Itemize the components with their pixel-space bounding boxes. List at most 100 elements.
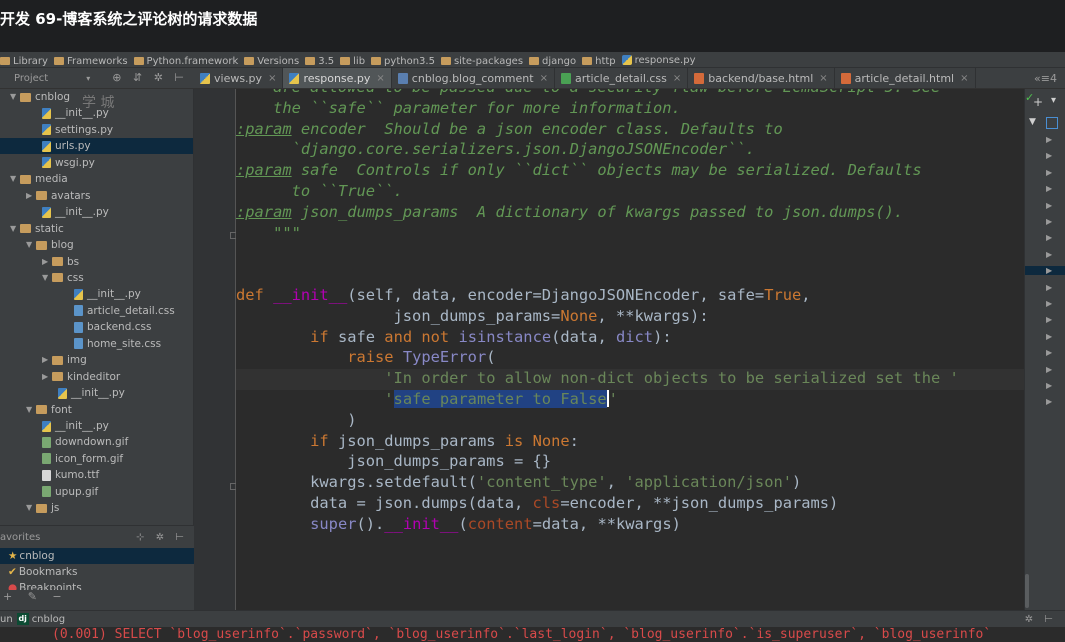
tree-item[interactable]: __init__.py	[0, 385, 125, 401]
chevron-down-icon[interactable]: ▼	[26, 500, 36, 516]
tree-item[interactable]: __init__.py	[0, 105, 109, 121]
tree-item[interactable]: backend.css	[0, 319, 151, 335]
tab-backend-base-html[interactable]: backend/base.html ×	[688, 68, 835, 88]
code-line[interactable]: :param encoder Should be a json encoder …	[236, 119, 1024, 140]
chevron-down-icon[interactable]: ▼	[26, 237, 36, 253]
chevron-right-icon[interactable]: ▶	[1046, 365, 1052, 374]
run-config-name[interactable]: cnblog	[32, 614, 65, 625]
code-content[interactable]: are allowed to be passed due to a securi…	[236, 89, 1024, 535]
chevron-right-icon[interactable]: ▶	[1046, 250, 1052, 259]
code-line[interactable]: def __init__(self, data, encoder=DjangoJ…	[236, 285, 1024, 306]
chevron-right-icon[interactable]: ▶	[1046, 397, 1052, 406]
chevron-down-icon[interactable]: ▾	[86, 74, 90, 83]
code-line[interactable]: )	[236, 410, 1024, 431]
code-line[interactable]	[236, 243, 1024, 264]
tree-item[interactable]: __init__.py	[0, 418, 109, 434]
tree-item[interactable]: ▼ cnblog	[0, 89, 70, 105]
chevron-right-icon[interactable]: ▶	[1046, 168, 1052, 177]
code-line[interactable]: kwargs.setdefault('content_type', 'appli…	[236, 472, 1024, 493]
chevron-right-icon[interactable]: ▶	[1046, 299, 1052, 308]
tab-overflow-menu[interactable]: «≡4	[1026, 68, 1065, 88]
project-panel-header[interactable]: Project ▾ ⊕ ⇵ ✲ ⊢	[0, 68, 194, 89]
code-line[interactable]: if json_dumps_params is None:	[236, 431, 1024, 452]
chevron-right-icon[interactable]: ▶	[1046, 332, 1052, 341]
breadcrumb-item[interactable]: 3.5	[305, 53, 334, 67]
chevron-right-icon[interactable]: ▶	[1025, 266, 1065, 276]
chevron-down-icon[interactable]: ▼	[10, 89, 20, 105]
tree-item[interactable]: ▶ avatars	[0, 188, 90, 204]
project-panel-label[interactable]: Project	[14, 73, 48, 84]
breadcrumb-item[interactable]: http	[582, 53, 616, 67]
chevron-down-icon[interactable]: ▾	[1051, 95, 1056, 106]
chevron-right-icon[interactable]: ▶	[26, 188, 36, 204]
tree-item[interactable]: upup.gif	[0, 484, 98, 500]
tree-item[interactable]: article_detail.css	[0, 303, 175, 319]
close-icon[interactable]: ×	[540, 73, 548, 84]
favorites-header[interactable]: avorites ⊹ ✲ ⊢	[0, 525, 194, 548]
favorites-tools[interactable]: ⊹ ✲ ⊢	[136, 532, 188, 543]
code-line[interactable]: super().__init__(content=data, **kwargs)	[236, 514, 1024, 535]
breadcrumb-item[interactable]: django	[529, 53, 576, 67]
tree-item[interactable]: ▶ kindeditor	[0, 369, 120, 385]
code-line[interactable]: 'safe parameter to False '	[236, 389, 1024, 410]
tab-cnblog-blog-comment[interactable]: cnblog.blog_comment ×	[392, 68, 555, 88]
chevron-right-icon[interactable]: ▶	[1046, 348, 1052, 357]
chevron-down-icon[interactable]: ▼	[10, 171, 20, 187]
chevron-right-icon[interactable]: ▶	[1046, 381, 1052, 390]
chevron-right-icon[interactable]: ▶	[1046, 315, 1052, 324]
close-icon[interactable]: ×	[268, 73, 276, 84]
chevron-right-icon[interactable]: ▶	[1046, 184, 1052, 193]
code-line[interactable]: if safe and not isinstance(data, dict):	[236, 327, 1024, 348]
chevron-down-icon[interactable]: ▼	[42, 270, 52, 286]
code-line[interactable]: to ``True``.	[236, 181, 1024, 202]
tree-item[interactable]: ▼ js	[0, 500, 59, 516]
tree-item[interactable]: ▼ css	[0, 270, 84, 286]
add-icon[interactable]: +	[1033, 95, 1043, 109]
tree-item[interactable]: downdown.gif	[0, 434, 128, 450]
breadcrumb-item[interactable]: Versions	[244, 53, 299, 67]
favorites-toolbar[interactable]: + ✎ −	[0, 590, 194, 610]
tree-item[interactable]: kumo.ttf	[0, 467, 99, 483]
tree-item[interactable]: icon_form.gif	[0, 451, 123, 467]
tree-item[interactable]: ▼ font	[0, 402, 72, 418]
code-line[interactable]: :param safe Controls if only ``dict`` ob…	[236, 160, 1024, 181]
chevron-down-icon[interactable]: ▼	[26, 402, 36, 418]
chevron-right-icon[interactable]: ▶	[1046, 217, 1052, 226]
project-panel-tools[interactable]: ⊕ ⇵ ✲ ⊢	[112, 71, 188, 84]
tree-item[interactable]: __init__.py	[0, 204, 109, 220]
tab-views-py[interactable]: views.py ×	[194, 68, 284, 88]
chevron-right-icon[interactable]: ▶	[42, 254, 52, 270]
chevron-right-icon[interactable]: ▶	[1046, 201, 1052, 210]
breadcrumb-item[interactable]: site-packages	[440, 53, 523, 67]
chevron-right-icon[interactable]: ▶	[1046, 283, 1052, 292]
chevron-right-icon[interactable]: ▶	[1046, 233, 1052, 242]
tree-item[interactable]: ▼ blog	[0, 237, 74, 253]
tree-item[interactable]: home_site.css	[0, 336, 161, 352]
code-editor[interactable]: are allowed to be passed due to a securi…	[236, 89, 1024, 610]
breadcrumb-item[interactable]: Frameworks	[53, 53, 128, 67]
favorites-item[interactable]: ★ cnblog	[0, 548, 194, 564]
favorites-item[interactable]: ✔ Bookmarks	[0, 564, 194, 580]
run-bar-tools[interactable]: ✲ ⊢	[1025, 614, 1057, 625]
code-line[interactable]: data = json.dumps(data, cls=encoder, **j…	[236, 493, 1024, 514]
code-line[interactable]: `django.core.serializers.json.DjangoJSON…	[236, 139, 1024, 160]
code-line[interactable]: are allowed to be passed due to a securi…	[236, 89, 1024, 98]
code-line[interactable]: :param json_dumps_params A dictionary of…	[236, 202, 1024, 223]
breadcrumb-item[interactable]: response.py	[621, 52, 696, 67]
chevron-right-icon[interactable]: ▶	[1046, 135, 1052, 144]
tab-article-detail-html[interactable]: article_detail.html ×	[835, 68, 976, 88]
chevron-right-icon[interactable]: ▶	[42, 369, 52, 385]
chevron-right-icon[interactable]: ▶	[42, 352, 52, 368]
tree-item[interactable]: ▶ bs	[0, 254, 79, 270]
tree-item[interactable]: __init__.py	[0, 286, 141, 302]
breadcrumb-item[interactable]: Library	[0, 53, 48, 67]
code-line[interactable]: 'In order to allow non-dict objects to b…	[236, 368, 1024, 389]
code-line[interactable]	[236, 264, 1024, 285]
tree-item[interactable]: ▶ img	[0, 352, 87, 368]
code-line[interactable]: json_dumps_params = {}	[236, 451, 1024, 472]
close-icon[interactable]: ×	[376, 73, 384, 84]
code-line[interactable]: json_dumps_params=None, **kwargs):	[236, 306, 1024, 327]
close-icon[interactable]: ×	[673, 73, 681, 84]
breadcrumb-item[interactable]: python3.5	[371, 53, 435, 67]
tab-response-py[interactable]: response.py ×	[283, 68, 392, 88]
